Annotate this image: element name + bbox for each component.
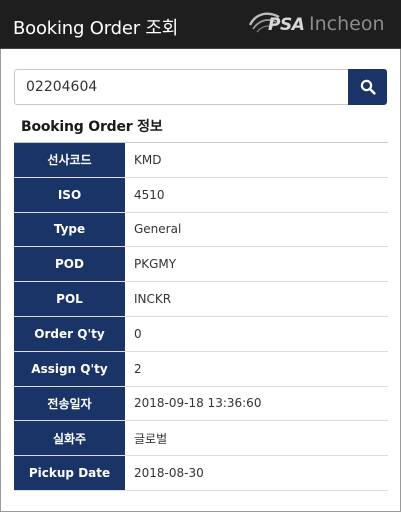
row-label: ISO [14, 177, 125, 213]
row-label: Pickup Date [14, 455, 125, 491]
search-bar [14, 69, 387, 105]
table-row: Type General [14, 212, 388, 248]
row-value: 2018-09-18 13:36:60 [125, 386, 388, 422]
booking-number-input[interactable] [14, 69, 348, 105]
row-value: General [125, 212, 388, 248]
psa-incheon-logo: PSA Incheon [248, 9, 393, 39]
row-label: Type [14, 212, 125, 248]
table-row: Order Q'ty 0 [14, 316, 388, 352]
table-row: POD PKGMY [14, 246, 388, 283]
row-value: PKGMY [125, 246, 388, 283]
row-value: 글로벌 [125, 420, 388, 457]
table-row: ISO 4510 [14, 177, 388, 213]
logo-brand-text: PSA [268, 15, 305, 35]
row-value: 2018-08-30 [125, 455, 388, 491]
row-label: 전송일자 [14, 386, 125, 422]
table-row: 전송일자 2018-09-18 13:36:60 [14, 386, 388, 422]
section-title: Booking Order 정보 [21, 119, 163, 135]
page-title: Booking Order 조회 [13, 18, 179, 39]
row-value: 0 [125, 316, 388, 352]
logo-city-text: Incheon [309, 13, 385, 35]
table-row: 실화주 글로벌 [14, 420, 388, 457]
table-row: 선사코드 KMD [14, 142, 388, 178]
app-header: Booking Order 조회 PSA Incheon [0, 0, 401, 49]
row-label: Order Q'ty [14, 316, 125, 352]
row-value: KMD [125, 142, 388, 178]
row-label: 실화주 [14, 420, 125, 457]
row-value: 4510 [125, 177, 388, 213]
search-icon [360, 79, 376, 95]
row-label: POD [14, 246, 125, 283]
booking-info-table: 선사코드 KMD ISO 4510 Type General POD PKGMY… [14, 142, 388, 491]
row-label: Assign Q'ty [14, 351, 125, 387]
table-row: Assign Q'ty 2 [14, 351, 388, 387]
row-label: 선사코드 [14, 142, 125, 178]
row-value: 2 [125, 351, 388, 387]
row-value: INCKR [125, 281, 388, 317]
table-row: Pickup Date 2018-08-30 [14, 455, 388, 491]
table-row: POL INCKR [14, 281, 388, 317]
row-label: POL [14, 281, 125, 317]
search-button[interactable] [348, 69, 387, 105]
